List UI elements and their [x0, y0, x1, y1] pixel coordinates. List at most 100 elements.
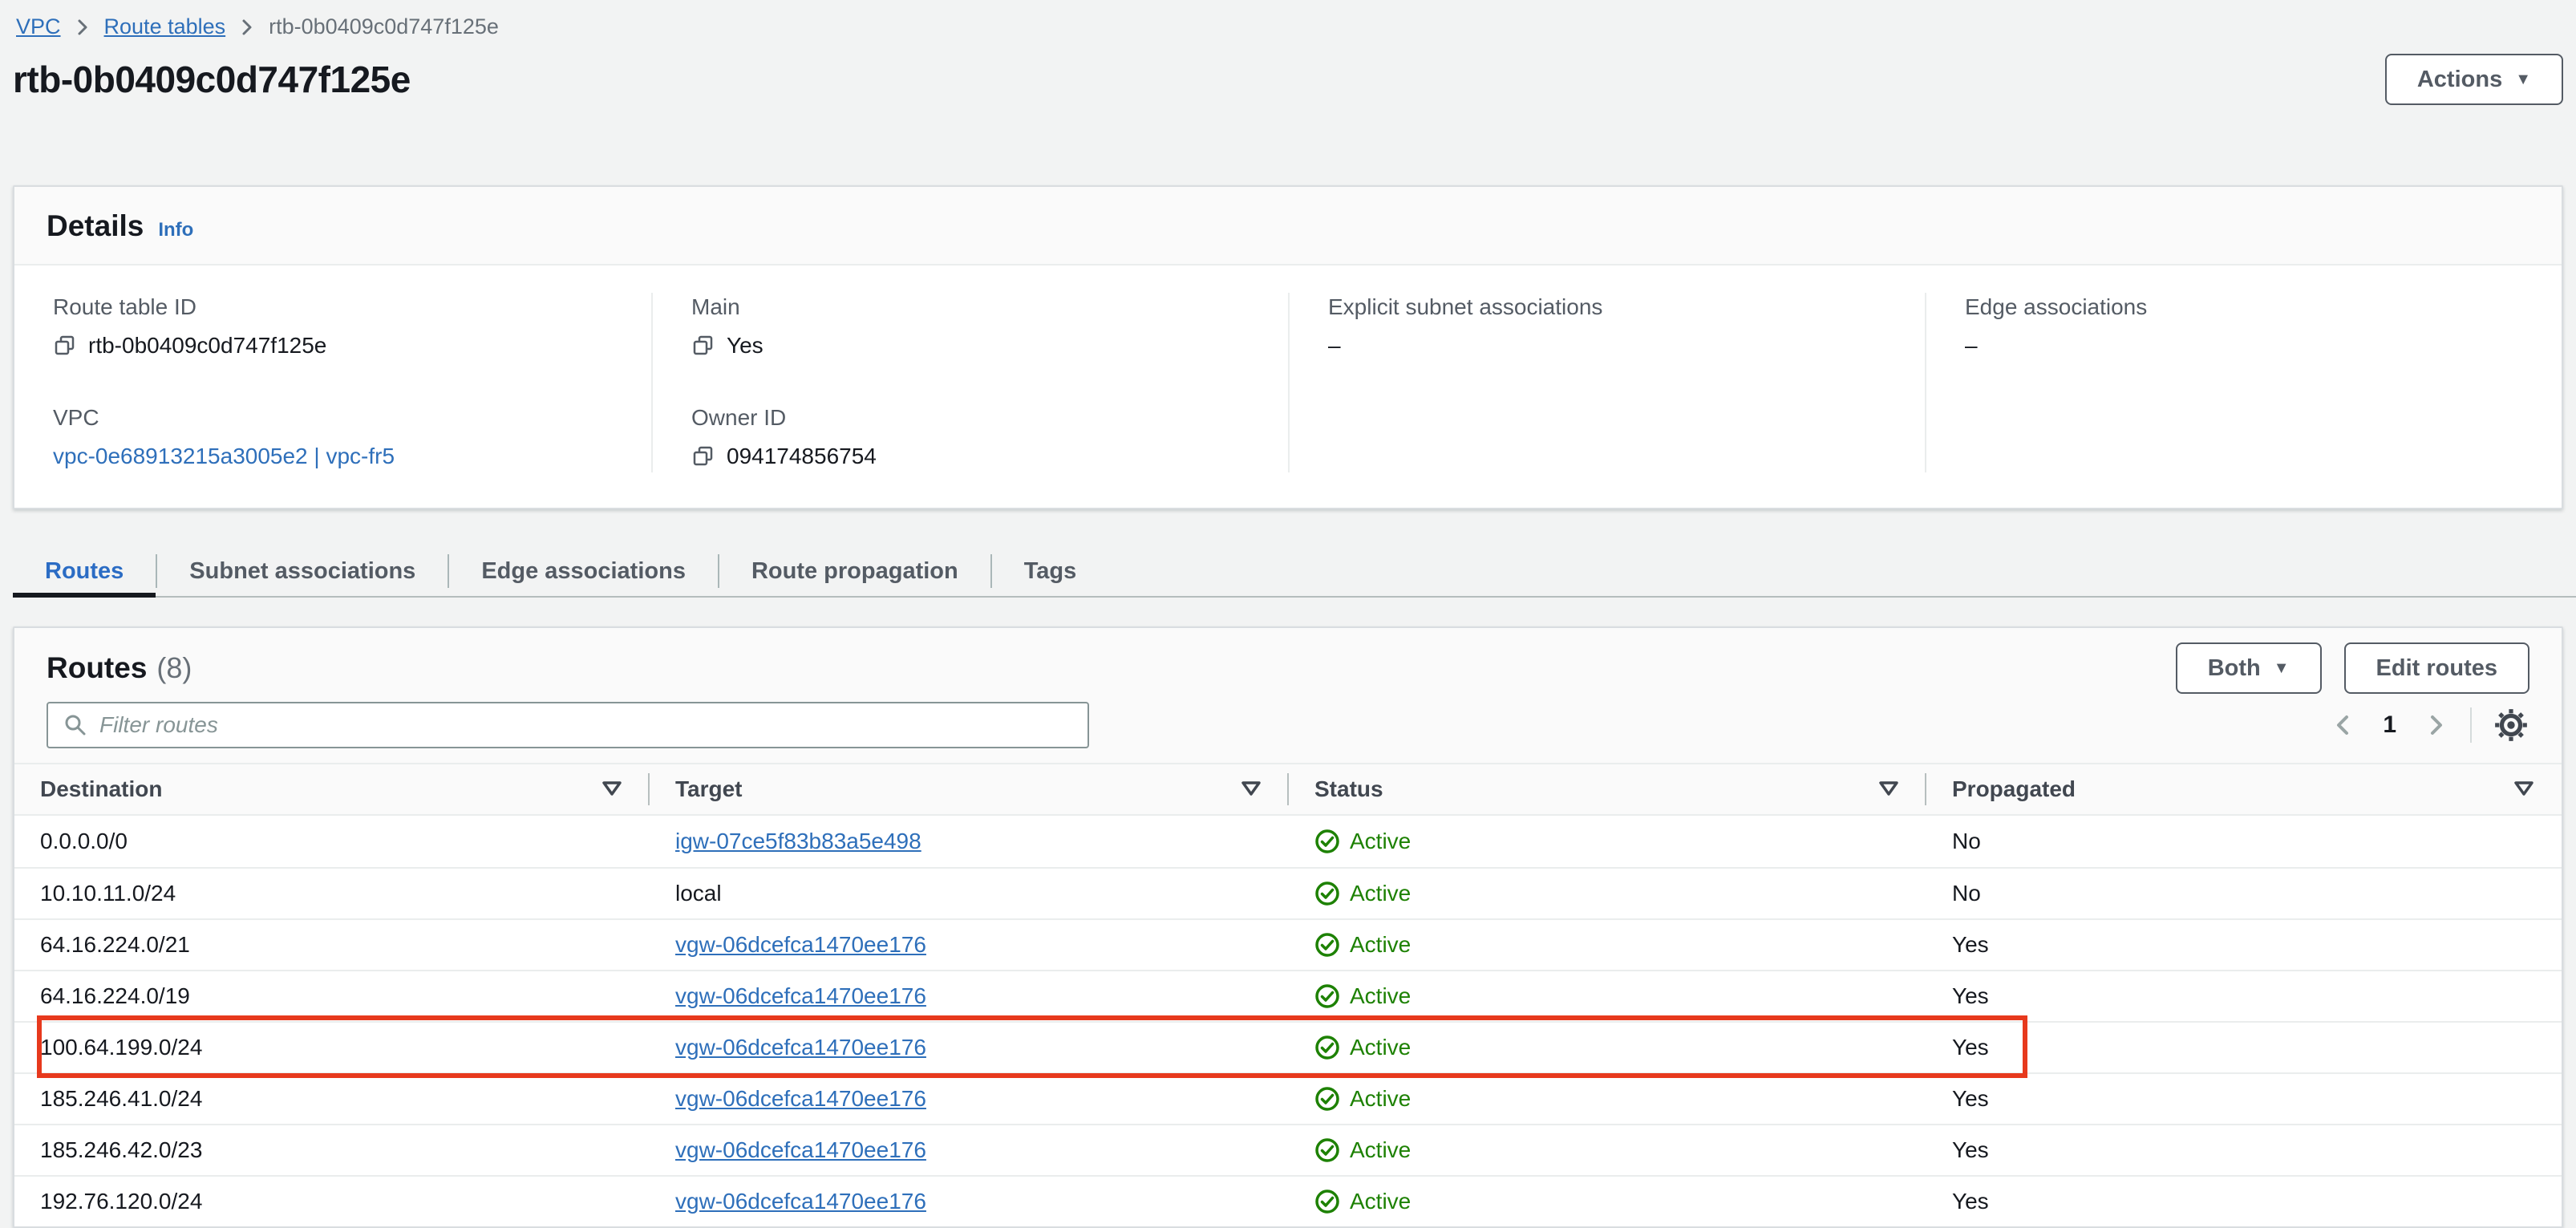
chevron-right-icon: [72, 17, 93, 38]
page-number[interactable]: 1: [2378, 711, 2401, 739]
propagated-cell: No: [1952, 829, 1981, 853]
copy-icon[interactable]: [691, 444, 715, 468]
page-title: rtb-0b0409c0d747f125e: [13, 59, 411, 100]
field-label: Route table ID: [53, 294, 196, 319]
field-route-table-id: Route table ID rtb-0b0409c0d747f125e: [53, 293, 613, 362]
edit-routes-label: Edit routes: [2376, 655, 2497, 681]
status-text: Active: [1350, 1086, 1412, 1111]
field-label: Edge associations: [1965, 294, 2148, 319]
status-ok-icon: [1314, 1137, 1340, 1163]
actions-button-label: Actions: [2416, 66, 2503, 92]
tab-subnet-associations[interactable]: Subnet associations: [157, 546, 448, 596]
filter-routes-searchbox: [47, 702, 1089, 748]
field-owner-id: Owner ID 094174856754: [691, 403, 1250, 472]
status-ok-icon: [1314, 1086, 1340, 1112]
target-link[interactable]: vgw-06dcefca1470ee176: [675, 983, 926, 1009]
tab-label: Tags: [1023, 557, 1077, 584]
status-ok-icon: [1314, 983, 1340, 1009]
details-title: Details: [47, 209, 144, 242]
target-link[interactable]: vgw-06dcefca1470ee176: [675, 1035, 926, 1060]
edit-routes-button[interactable]: Edit routes: [2343, 642, 2529, 694]
copy-icon[interactable]: [691, 334, 715, 358]
gear-icon[interactable]: [2493, 707, 2529, 744]
propagated-cell: Yes: [1952, 1035, 1989, 1060]
filter-triangle-icon[interactable]: [2513, 780, 2534, 798]
page-header: rtb-0b0409c0d747f125e Actions ▼: [13, 51, 2563, 108]
routes-panel: Routes (8) Both ▼ Edit routes Filter rou…: [13, 626, 2563, 1228]
status-text: Active: [1350, 1189, 1412, 1214]
filter-triangle-icon[interactable]: [1241, 780, 1262, 798]
propagated-cell: Yes: [1952, 1137, 1989, 1162]
search-icon: [63, 712, 88, 738]
tab-edge-associations[interactable]: Edge associations: [449, 546, 718, 596]
tab-label: Edge associations: [481, 557, 686, 584]
filter-triangle-icon[interactable]: [601, 780, 622, 798]
target-text: local: [675, 881, 722, 906]
target-link[interactable]: vgw-06dcefca1470ee176: [675, 1137, 926, 1163]
tab-label: Route propagation: [751, 557, 958, 584]
breadcrumb-link-route-tables[interactable]: Route tables: [104, 14, 226, 39]
copy-icon[interactable]: [53, 334, 77, 358]
status-text: Active: [1350, 1035, 1412, 1060]
routes-table-header: Destination Target Status Propagated: [14, 763, 2562, 816]
actions-button[interactable]: Actions ▼: [2384, 54, 2563, 105]
tab-route-propagation[interactable]: Route propagation: [719, 546, 990, 596]
details-column-2: Main Yes Owner ID 094174856754: [651, 293, 1288, 472]
tab-routes[interactable]: Routes: [13, 546, 156, 598]
propagated-cell: No: [1952, 881, 1981, 906]
details-info-link[interactable]: Info: [158, 219, 193, 241]
status-text: Active: [1350, 829, 1412, 853]
column-header-status[interactable]: Status: [1289, 764, 1926, 814]
destination-cell: 185.246.42.0/23: [40, 1137, 203, 1162]
both-filter-dropdown[interactable]: Both ▼: [2175, 642, 2322, 694]
routes-title: Routes: [47, 651, 148, 684]
field-edge-associations: Edge associations –: [1965, 293, 2523, 362]
target-link[interactable]: vgw-06dcefca1470ee176: [675, 1086, 926, 1112]
field-explicit-subnet-associations: Explicit subnet associations –: [1328, 293, 1886, 362]
routes-count: (8): [156, 651, 192, 684]
filter-routes-input[interactable]: [99, 712, 1073, 738]
details-column-3: Explicit subnet associations –: [1288, 293, 1925, 472]
chevron-right-icon: [237, 17, 257, 38]
column-header-propagated[interactable]: Propagated: [1926, 764, 2562, 814]
vpc-link[interactable]: vpc-0e68913215a3005e2 | vpc-fr5: [53, 444, 395, 469]
destination-cell: 64.16.224.0/19: [40, 983, 190, 1008]
table-row: 192.76.120.0/24 vgw-06dcefca1470ee176 Ac…: [14, 1175, 2562, 1226]
propagated-cell: Yes: [1952, 1189, 1989, 1214]
column-label: Destination: [40, 776, 163, 801]
status-ok-icon: [1314, 1035, 1340, 1060]
destination-cell: 100.64.199.0/24: [40, 1035, 203, 1060]
target-link[interactable]: vgw-06dcefca1470ee176: [675, 1189, 926, 1214]
chevron-down-icon: ▼: [2515, 71, 2531, 88]
routes-panel-header: Routes (8) Both ▼ Edit routes Filter rou…: [14, 628, 2562, 763]
next-page-button[interactable]: [2422, 711, 2449, 739]
filter-triangle-icon[interactable]: [1878, 780, 1899, 798]
tab-bar-filler: [1108, 546, 2563, 596]
pagination-divider: [2470, 707, 2472, 743]
table-row: 10.10.11.0/24 local Active No: [14, 867, 2562, 918]
destination-cell: 64.16.224.0/21: [40, 932, 190, 957]
table-row: 64.16.224.0/21 vgw-06dcefca1470ee176 Act…: [14, 918, 2562, 970]
breadcrumb: VPC Route tables rtb-0b0409c0d747f125e: [0, 0, 2576, 39]
table-row: 0.0.0.0/0 igw-07ce5f83b83a5e498 Active N…: [14, 816, 2562, 867]
tab-label: Routes: [45, 557, 124, 584]
breadcrumb-current: rtb-0b0409c0d747f125e: [269, 14, 499, 39]
details-column-1: Route table ID rtb-0b0409c0d747f125e VPC…: [14, 293, 651, 472]
tab-label: Subnet associations: [189, 557, 416, 584]
column-header-destination[interactable]: Destination: [14, 764, 650, 814]
pagination: 1: [2330, 707, 2529, 744]
field-label: Owner ID: [691, 405, 787, 430]
propagated-cell: Yes: [1952, 983, 1989, 1008]
column-label: Target: [675, 776, 743, 801]
target-link[interactable]: vgw-06dcefca1470ee176: [675, 932, 926, 958]
tab-tags[interactable]: Tags: [992, 546, 1109, 596]
explicit-subnet-associations-value: –: [1328, 333, 1341, 358]
column-header-target[interactable]: Target: [650, 764, 1289, 814]
propagated-cell: Yes: [1952, 932, 1989, 957]
target-link[interactable]: igw-07ce5f83b83a5e498: [675, 829, 921, 854]
breadcrumb-link-vpc[interactable]: VPC: [16, 14, 61, 39]
column-label: Propagated: [1952, 776, 2076, 801]
previous-page-button[interactable]: [2330, 711, 2357, 739]
details-panel-header: Details Info: [14, 187, 2562, 265]
destination-cell: 0.0.0.0/0: [40, 829, 128, 853]
